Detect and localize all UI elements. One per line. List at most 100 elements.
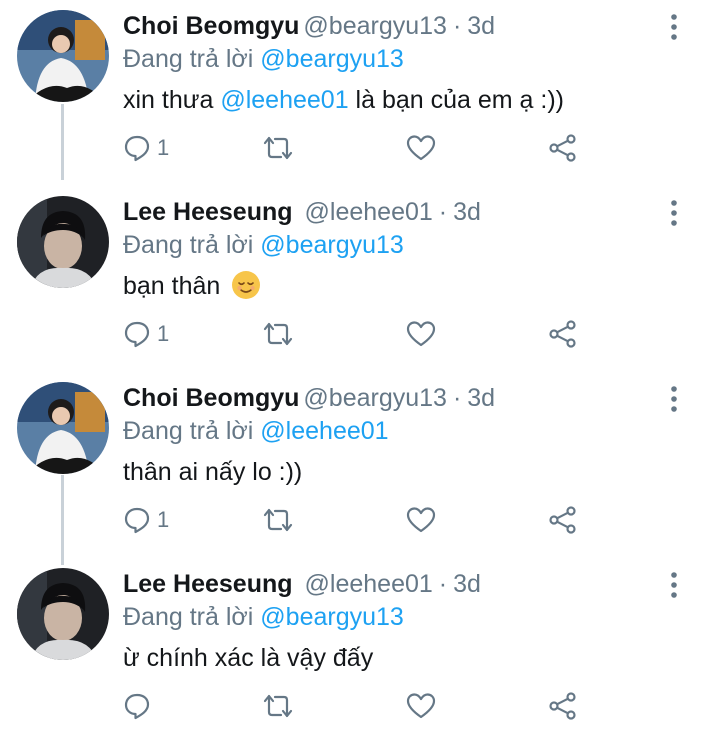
more-vertical-icon <box>671 200 677 226</box>
retweet-button[interactable] <box>261 314 295 354</box>
tweet[interactable]: Choi Beomgyu @beargyu13 · 3d Đang trả lời @… <box>0 372 720 558</box>
more-vertical-icon <box>671 572 677 598</box>
tweet-text: ừ chính xác là vậy đấy <box>123 640 373 676</box>
avatar-heeseung <box>17 196 109 288</box>
tweet[interactable]: Lee Heeseung @leehee01 · 3d Đang trả lời @b… <box>0 558 720 736</box>
like-button[interactable] <box>406 314 436 354</box>
tweet-header: Choi Beomgyu @beargyu13 · 3d <box>123 380 495 416</box>
more-vertical-icon <box>671 386 677 412</box>
avatar-heeseung <box>17 568 109 660</box>
display-name[interactable]: Choi Beomgyu <box>123 12 299 40</box>
share-icon <box>549 692 576 720</box>
reply-count: 1 <box>157 321 170 346</box>
tweet[interactable]: Lee Heeseung @leehee01 · 3d Đang trả lời @b… <box>0 186 720 372</box>
share-button[interactable] <box>548 686 578 726</box>
reply-button[interactable]: 1 <box>123 500 169 540</box>
timestamp[interactable]: 3d <box>453 198 481 226</box>
relieved-face-emoji <box>231 270 261 300</box>
reply-mention-link[interactable]: @beargyu13 <box>260 231 404 259</box>
timestamp[interactable]: 3d <box>453 570 481 598</box>
tweet-actions: 1 <box>123 500 593 540</box>
tweet-text: thân ai nấy lo :)) <box>123 454 302 490</box>
tweet-text: xin thưa @leehee01 là bạn của em ạ :)) <box>123 82 564 118</box>
user-handle[interactable]: @leehee01 <box>305 570 433 598</box>
reply-prefix: Đang trả lời <box>123 45 254 73</box>
reply-count: 1 <box>157 135 170 160</box>
reply-mention-link[interactable]: @leehee01 <box>260 417 388 445</box>
reply-context: Đang trả lời @leehee01 <box>123 414 389 448</box>
tweet-header: Choi Beomgyu @beargyu13 · 3d <box>123 8 495 44</box>
separator-dot: · <box>452 384 462 412</box>
avatar[interactable] <box>17 10 109 102</box>
reply-prefix: Đang trả lời <box>123 231 254 259</box>
share-icon <box>549 320 576 348</box>
reply-icon <box>124 321 150 348</box>
reply-context: Đang trả lời @beargyu13 <box>123 42 404 76</box>
reply-prefix: Đang trả lời <box>123 603 254 631</box>
tweet-actions <box>123 686 593 726</box>
tweet-text: bạn thân <box>123 268 261 304</box>
tweet-text-part: thân ai nấy lo :)) <box>123 458 303 486</box>
tweet-text-part: bạn thân <box>123 272 221 300</box>
retweet-button[interactable] <box>261 500 295 540</box>
retweet-icon <box>263 136 293 160</box>
share-icon <box>549 506 576 534</box>
timestamp[interactable]: 3d <box>467 384 495 412</box>
avatar-beomgyu <box>17 10 109 102</box>
more-options-button[interactable] <box>664 568 684 604</box>
more-options-button[interactable] <box>664 196 684 232</box>
retweet-icon <box>263 322 293 346</box>
reply-context: Đang trả lời @beargyu13 <box>123 600 404 634</box>
display-name[interactable]: Lee Heeseung <box>123 570 293 598</box>
tweet-text-part: là bạn của em ạ :)) <box>348 86 564 114</box>
more-options-button[interactable] <box>664 382 684 418</box>
tweet-header: Lee Heeseung @leehee01 · 3d <box>123 194 481 230</box>
more-vertical-icon <box>671 14 677 40</box>
heart-icon <box>406 135 436 161</box>
heart-icon <box>406 693 436 719</box>
like-button[interactable] <box>406 500 436 540</box>
share-icon <box>549 134 576 162</box>
heart-icon <box>406 507 436 533</box>
reply-icon <box>124 693 150 720</box>
reply-button[interactable]: 1 <box>123 314 169 354</box>
reply-button[interactable]: 1 <box>123 128 169 168</box>
reply-icon <box>124 135 150 162</box>
reply-context: Đang trả lời @beargyu13 <box>123 228 404 262</box>
reply-mention-link[interactable]: @beargyu13 <box>260 45 404 73</box>
tweet-text-part: ừ chính xác là vậy đấy <box>123 644 374 672</box>
reply-prefix: Đang trả lời <box>123 417 254 445</box>
mention-link[interactable]: @leehee01 <box>220 86 348 114</box>
display-name[interactable]: Choi Beomgyu <box>123 384 299 412</box>
separator-dot: · <box>452 12 462 40</box>
retweet-button[interactable] <box>261 128 295 168</box>
user-handle[interactable]: @beargyu13 <box>303 12 447 40</box>
like-button[interactable] <box>406 686 436 726</box>
reply-mention-link[interactable]: @beargyu13 <box>260 603 404 631</box>
more-options-button[interactable] <box>664 10 684 46</box>
retweet-icon <box>263 508 293 532</box>
tweet-header: Lee Heeseung @leehee01 · 3d <box>123 566 481 602</box>
display-name[interactable]: Lee Heeseung <box>123 198 293 226</box>
heart-icon <box>406 321 436 347</box>
retweet-icon <box>263 694 293 718</box>
tweet-actions: 1 <box>123 314 593 354</box>
retweet-button[interactable] <box>261 686 295 726</box>
reply-icon <box>124 507 150 534</box>
timestamp[interactable]: 3d <box>467 12 495 40</box>
separator-dot: · <box>438 570 448 598</box>
user-handle[interactable]: @beargyu13 <box>303 384 447 412</box>
share-button[interactable] <box>548 500 578 540</box>
share-button[interactable] <box>548 314 578 354</box>
like-button[interactable] <box>406 128 436 168</box>
reply-button[interactable] <box>123 686 157 726</box>
user-handle[interactable]: @leehee01 <box>305 198 433 226</box>
tweet[interactable]: Choi Beomgyu @beargyu13 · 3d Đang trả lời @… <box>0 0 720 186</box>
avatar[interactable] <box>17 568 109 660</box>
avatar[interactable] <box>17 196 109 288</box>
tweet-text-part: xin thưa <box>123 86 221 114</box>
avatar[interactable] <box>17 382 109 474</box>
share-button[interactable] <box>548 128 578 168</box>
reply-count: 1 <box>157 507 170 532</box>
separator-dot: · <box>438 198 448 226</box>
